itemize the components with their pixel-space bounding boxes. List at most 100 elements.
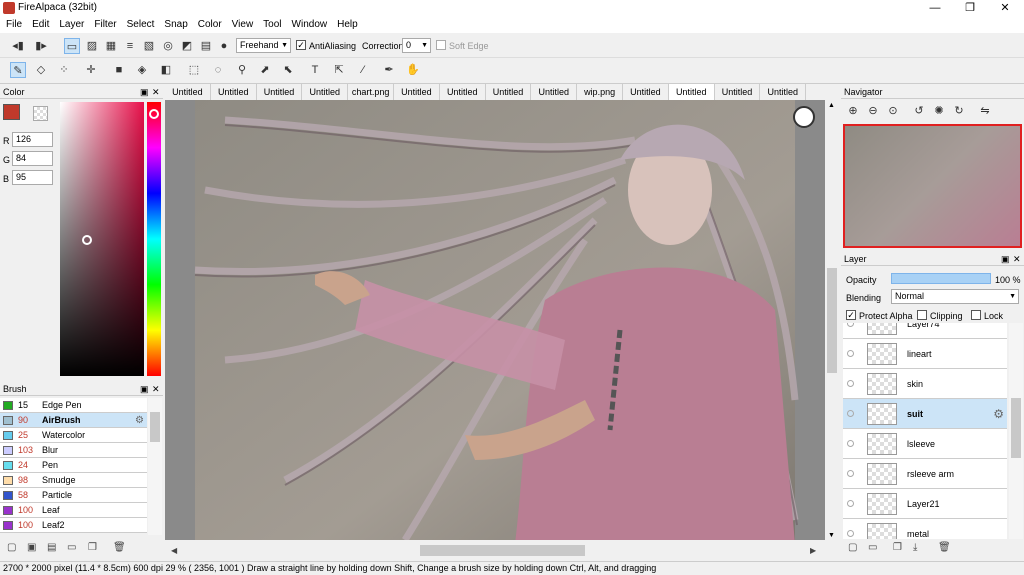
redo-icon[interactable]: ▮▸ [33, 38, 49, 54]
picker-icon[interactable]: ✒ [381, 62, 397, 78]
snap-grid-icon[interactable]: ▦ [103, 38, 119, 54]
select-tool-icon[interactable]: ⬚ [186, 62, 202, 78]
brush-item[interactable]: 103 Blur [0, 443, 147, 458]
dot-tool-icon[interactable]: ⁘ [56, 62, 72, 78]
layer-list-scrollbar[interactable] [1009, 323, 1023, 539]
close-button[interactable]: ✕ [988, 0, 1022, 17]
close-icon[interactable]: ✕ [152, 383, 160, 396]
snap-circle-icon[interactable]: ◎ [160, 38, 176, 54]
new-folder-icon[interactable]: ▭ [868, 542, 877, 553]
layer-row[interactable]: Layer74 [843, 323, 1007, 339]
brush-item[interactable]: 100 Leaf [0, 503, 147, 518]
text-tool-icon[interactable]: T [307, 62, 323, 78]
document-tab[interactable]: Untitled [760, 84, 807, 100]
scroll-left-icon[interactable]: ◀ [171, 546, 177, 555]
layer-settings-gear-icon[interactable]: ⚙ [993, 407, 1004, 421]
color-picker-cursor[interactable] [82, 235, 92, 245]
magic-wand-icon[interactable]: ⚲ [234, 62, 250, 78]
zoom-in-icon[interactable]: ⊕ [845, 103, 861, 119]
canvas-area[interactable] [165, 100, 825, 544]
b-input[interactable]: 95 [12, 170, 53, 185]
snap-curve-icon[interactable]: ◩ [179, 38, 195, 54]
snap-off-icon[interactable]: ▭ [64, 38, 80, 54]
canvas-hscroll-thumb[interactable] [420, 545, 585, 556]
layer-row[interactable]: skin [843, 369, 1007, 399]
undock-icon[interactable]: ▣ [1001, 253, 1010, 266]
lasso-tool-icon[interactable]: ◌ [210, 62, 226, 78]
primary-color-swatch[interactable] [3, 104, 20, 120]
lock-checkbox[interactable] [971, 310, 981, 320]
layer-visibility-icon[interactable] [847, 440, 854, 447]
flip-horizontal-icon[interactable]: ⇋ [977, 103, 993, 119]
document-tab[interactable]: Untitled [486, 84, 532, 100]
menu-color[interactable]: Color [198, 17, 228, 30]
menu-help[interactable]: Help [337, 17, 364, 30]
scroll-down-icon[interactable]: ▼ [828, 532, 835, 539]
document-tab[interactable]: Untitled [211, 84, 257, 100]
menu-edit[interactable]: Edit [32, 17, 55, 30]
document-tab[interactable]: Untitled [302, 84, 349, 100]
canvas-vscroll-thumb[interactable] [827, 268, 837, 373]
brush-delete-icon[interactable]: 🗑 [113, 542, 126, 553]
zoom-out-icon[interactable]: ⊖ [865, 103, 881, 119]
hue-slider-handle[interactable] [149, 109, 159, 119]
blending-select[interactable]: Normal ▼ [891, 289, 1019, 304]
hue-slider[interactable] [147, 102, 161, 376]
menu-window[interactable]: Window [292, 17, 334, 30]
rotate-reset-icon[interactable]: ✺ [931, 103, 947, 119]
brush-copy-icon[interactable]: ❐ [88, 542, 97, 553]
new-brush-icon[interactable]: ▢ [7, 542, 16, 553]
layer-visibility-icon[interactable] [847, 350, 854, 357]
brush-item[interactable]: 98 Smudge [0, 473, 147, 488]
antialiasing-checkbox[interactable]: ✓ [296, 40, 306, 50]
saturation-value-picker[interactable] [60, 102, 144, 376]
zoom-fit-icon[interactable]: ⊙ [885, 103, 901, 119]
snap-perspective-icon[interactable]: ▧ [141, 38, 157, 54]
layer-row[interactable]: lsleeve [843, 429, 1007, 459]
g-input[interactable]: 84 [12, 151, 53, 166]
close-icon[interactable]: ✕ [1013, 253, 1021, 266]
duplicate-layer-icon[interactable]: ❐ [893, 542, 902, 553]
select-pen-icon[interactable]: ⬈ [257, 62, 273, 78]
canvas-vertical-scrollbar[interactable]: ▲ ▼ [825, 100, 839, 544]
layer-visibility-icon[interactable] [847, 530, 854, 537]
layer-row[interactable]: rsleeve arm [843, 459, 1007, 489]
close-icon[interactable]: ✕ [152, 86, 160, 99]
hand-tool-icon[interactable]: ✋ [405, 62, 421, 78]
move-tool-icon[interactable]: ✛ [83, 62, 99, 78]
menu-view[interactable]: View [232, 17, 260, 30]
rotate-left-icon[interactable]: ↺ [911, 103, 927, 119]
navigator-preview[interactable] [843, 124, 1022, 248]
scroll-right-icon[interactable]: ▶ [810, 546, 816, 555]
layer-row[interactable]: suit ⚙ [843, 399, 1007, 429]
layer-row[interactable]: Layer21 [843, 489, 1007, 519]
undock-icon[interactable]: ▣ [140, 86, 149, 99]
document-tab[interactable]: wip.png [577, 84, 623, 100]
document-tab[interactable]: chart.png [348, 84, 394, 100]
layer-visibility-icon[interactable] [847, 500, 854, 507]
brush-scroll-thumb[interactable] [150, 412, 160, 442]
menu-tool[interactable]: Tool [263, 17, 287, 30]
gradient-tool-icon[interactable]: ◧ [158, 62, 174, 78]
brush-item[interactable]: 24 Pen [0, 458, 147, 473]
fill-tool-icon[interactable]: ■ [111, 62, 127, 78]
brush-item[interactable]: 100 Leaf2 [0, 518, 147, 533]
bucket-tool-icon[interactable]: ◈ [134, 62, 150, 78]
brush-item[interactable]: 90 AirBrush ⚙ [0, 413, 147, 428]
menu-layer[interactable]: Layer [59, 17, 90, 30]
clipping-checkbox[interactable] [917, 310, 927, 320]
layer-visibility-icon[interactable] [847, 323, 854, 327]
snap-3d-icon[interactable]: ▤ [198, 38, 214, 54]
snap-settings-icon[interactable]: ● [216, 38, 232, 54]
document-tab[interactable]: Untitled [394, 84, 440, 100]
menu-filter[interactable]: Filter [94, 17, 122, 30]
layer-row[interactable]: lineart [843, 339, 1007, 369]
menu-select[interactable]: Select [127, 17, 161, 30]
delete-layer-icon[interactable]: 🗑 [938, 542, 951, 553]
document-tab[interactable]: Untitled [715, 84, 761, 100]
pen-tool-icon[interactable]: ✎ [10, 62, 26, 78]
maximize-button[interactable]: ❐ [953, 0, 987, 17]
layer-visibility-icon[interactable] [847, 380, 854, 387]
r-input[interactable]: 126 [12, 132, 53, 147]
undo-icon[interactable]: ◂▮ [10, 38, 26, 54]
